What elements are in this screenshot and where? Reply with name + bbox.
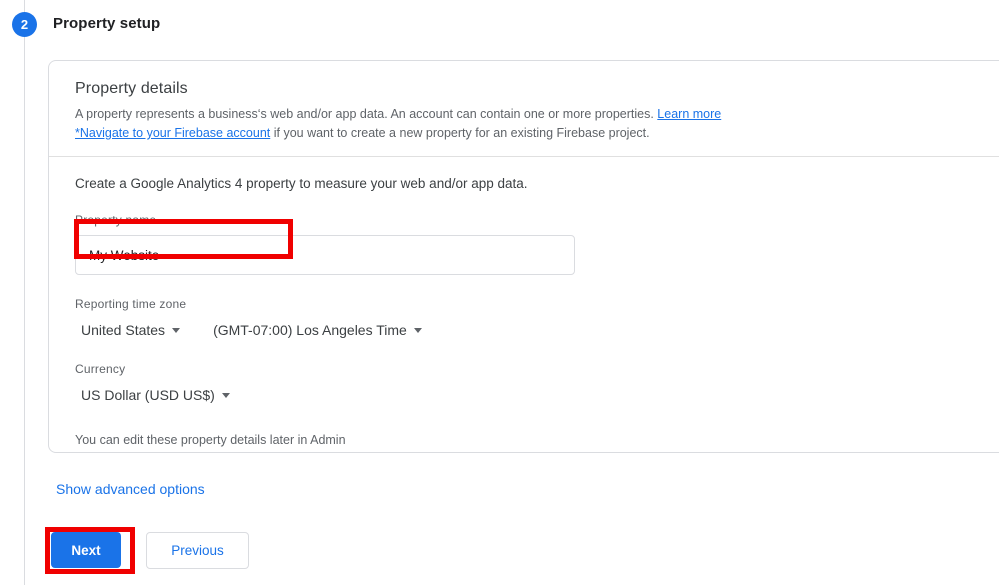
reporting-time-zone-row: United States (GMT-07:00) Los Angeles Ti… bbox=[75, 320, 999, 340]
previous-button[interactable]: Previous bbox=[146, 532, 249, 569]
show-advanced-options-link[interactable]: Show advanced options bbox=[56, 481, 205, 497]
timezone-zone-value: (GMT-07:00) Los Angeles Time bbox=[213, 322, 407, 338]
chevron-down-icon bbox=[221, 392, 230, 398]
chevron-down-icon bbox=[172, 327, 181, 333]
timezone-country-value: United States bbox=[81, 322, 166, 338]
property-details-card: Property details A property represents a… bbox=[48, 60, 999, 453]
card-description: A property represents a business‘s web a… bbox=[75, 105, 765, 143]
property-name-input[interactable] bbox=[75, 235, 575, 275]
edit-later-note: You can edit these property details late… bbox=[75, 433, 346, 447]
currency-select[interactable]: US Dollar (USD US$) bbox=[81, 385, 230, 405]
page-title: Property setup bbox=[53, 15, 161, 32]
reporting-time-zone-label: Reporting time zone bbox=[75, 297, 187, 311]
card-description-line1: A property represents a business‘s web a… bbox=[75, 107, 658, 121]
card-body: Create a Google Analytics 4 property to … bbox=[49, 157, 999, 447]
card-header: Property details A property represents a… bbox=[49, 61, 999, 143]
learn-more-link[interactable]: Learn more bbox=[657, 107, 721, 121]
timezone-country-select[interactable]: United States bbox=[81, 320, 181, 340]
timezone-zone-select[interactable]: (GMT-07:00) Los Angeles Time bbox=[213, 320, 422, 340]
currency-value: US Dollar (USD US$) bbox=[81, 387, 215, 403]
chevron-down-icon bbox=[413, 327, 422, 333]
step-number-badge: 2 bbox=[12, 12, 37, 37]
next-button[interactable]: Next bbox=[51, 532, 121, 568]
card-title: Property details bbox=[75, 80, 188, 97]
currency-label: Currency bbox=[75, 362, 126, 376]
property-name-label: Property name bbox=[75, 213, 157, 227]
firebase-account-link[interactable]: *Navigate to your Firebase account bbox=[75, 126, 270, 140]
measure-description: Create a Google Analytics 4 property to … bbox=[75, 176, 528, 191]
card-description-line2: if you want to create a new property for… bbox=[270, 126, 650, 140]
stepper-connector-line bbox=[24, 0, 25, 585]
